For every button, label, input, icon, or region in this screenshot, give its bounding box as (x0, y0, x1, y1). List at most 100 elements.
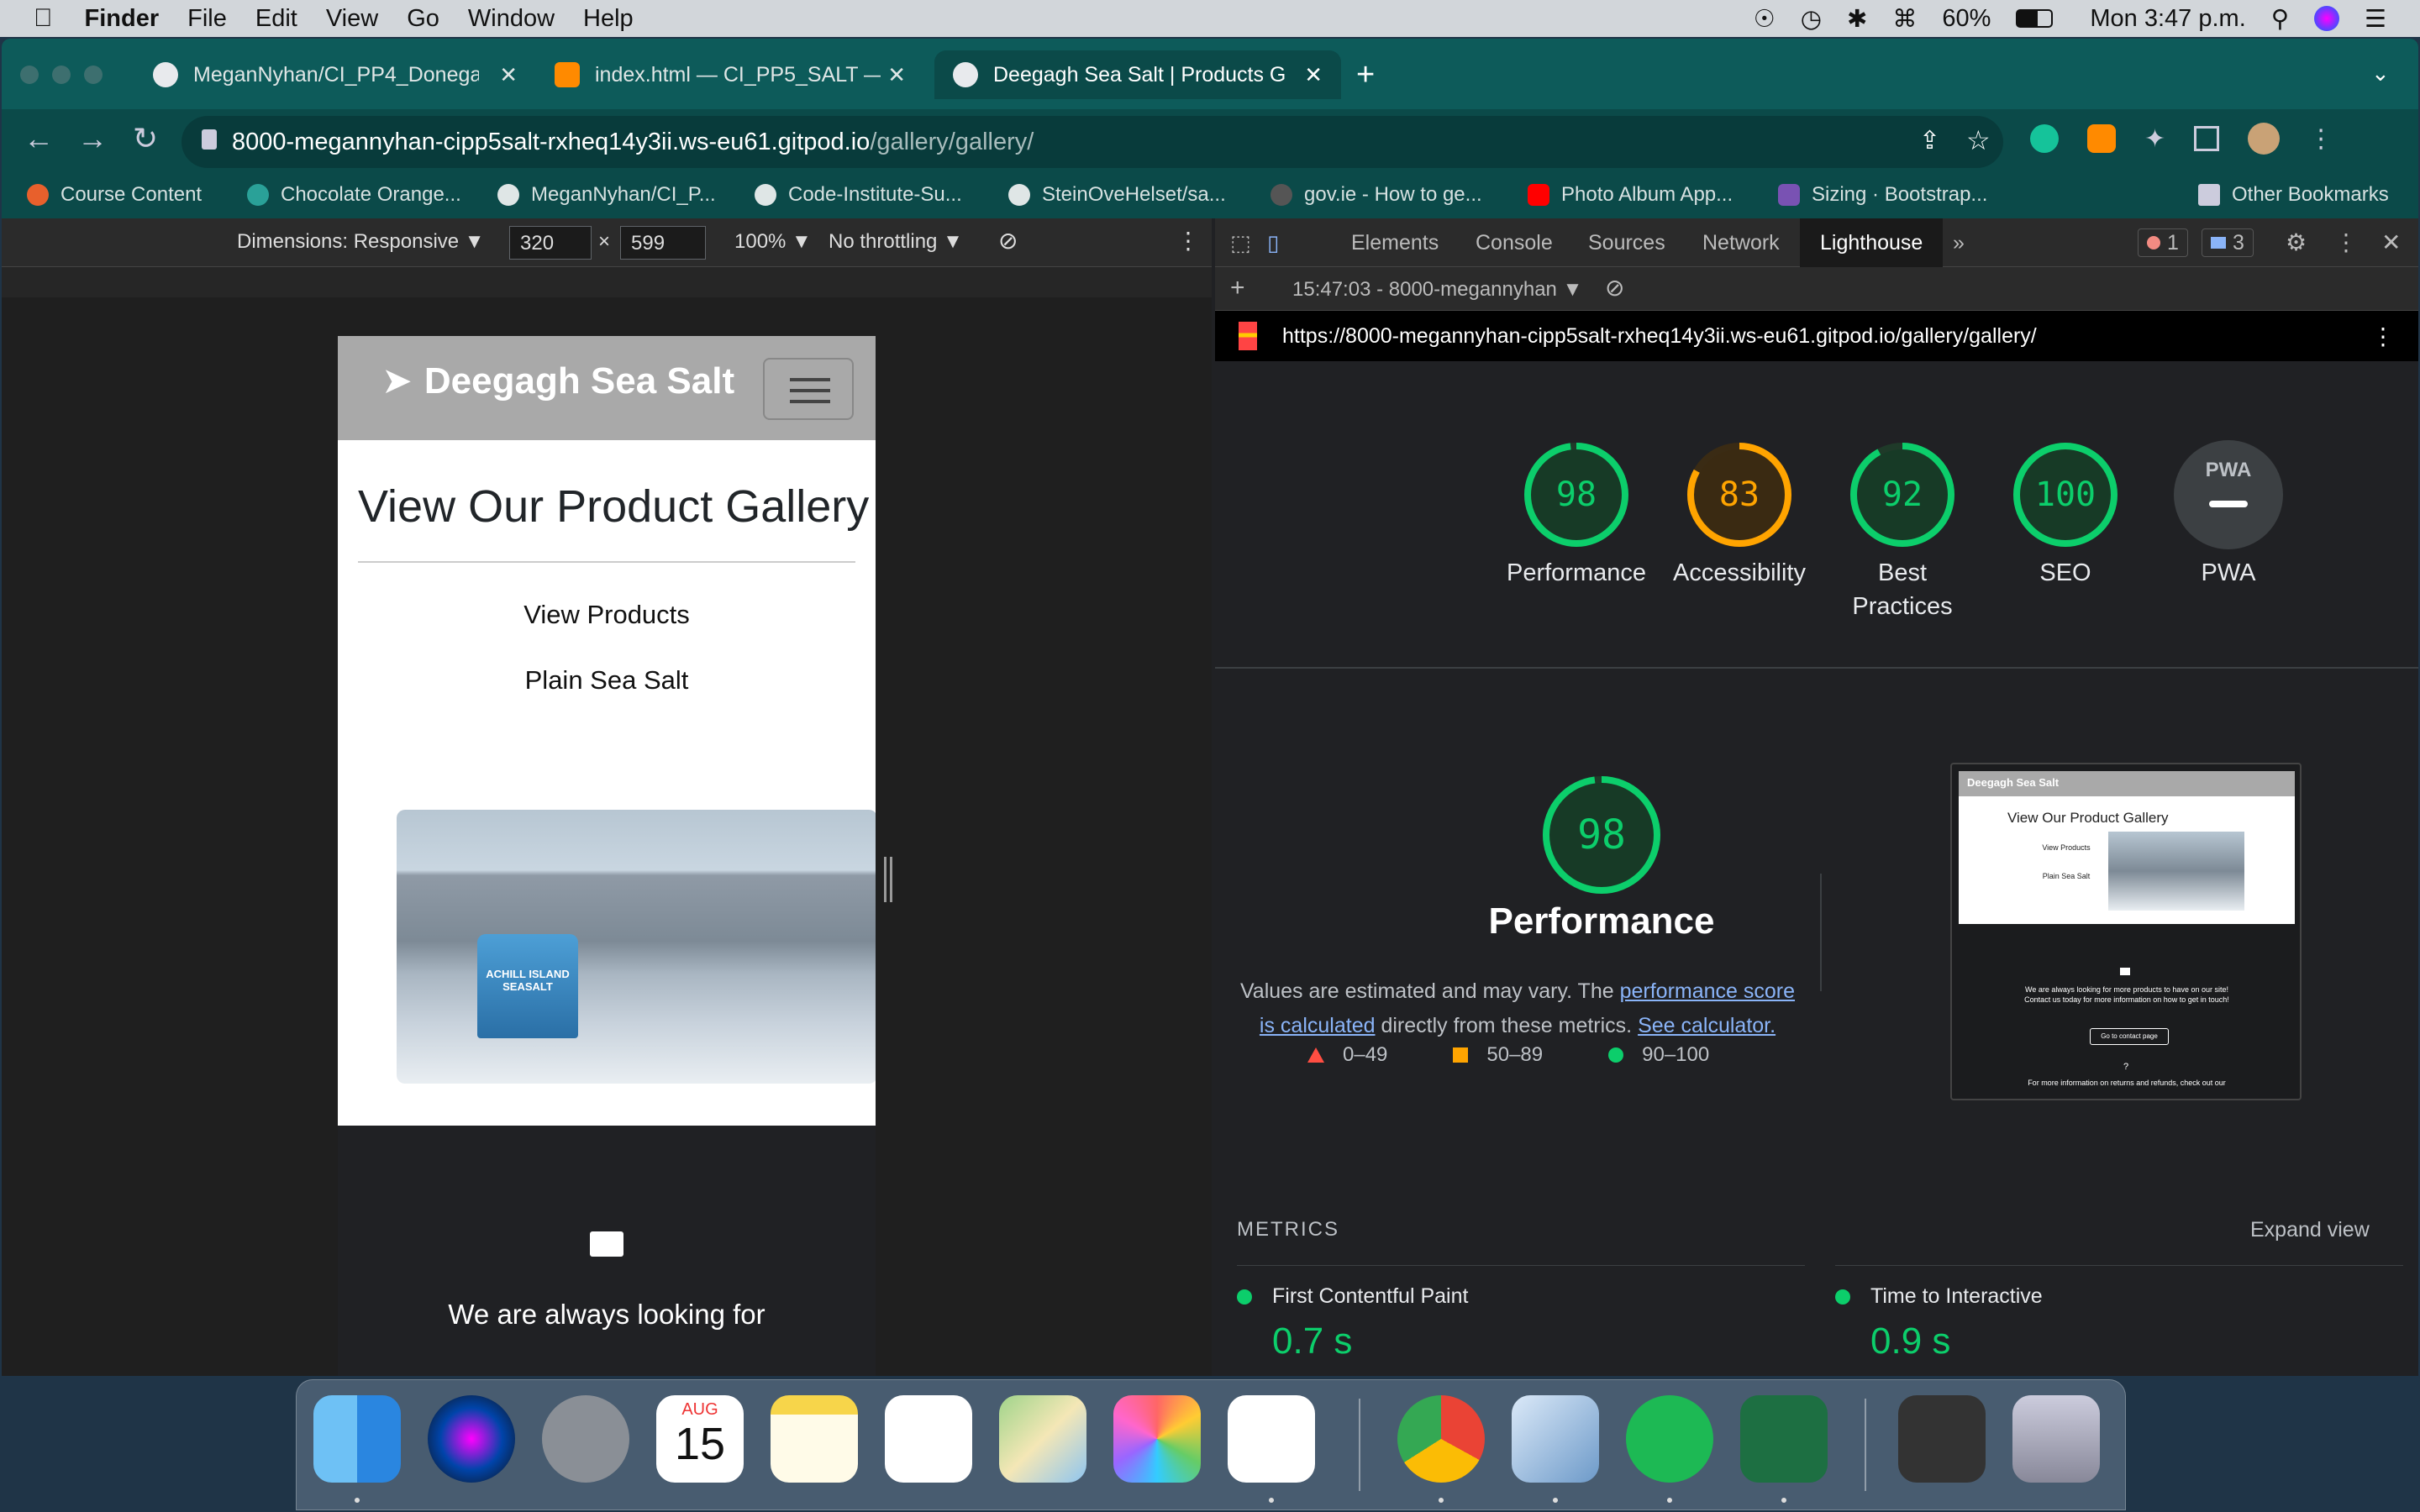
clear-reports-icon[interactable]: ⊘ (1605, 274, 1624, 302)
reload-icon[interactable]: ↻ (133, 121, 158, 156)
tab-elements[interactable]: Elements (1351, 218, 1439, 267)
minimize-window-button[interactable] (52, 66, 71, 84)
launchpad-icon[interactable] (542, 1395, 629, 1483)
side-panel-icon[interactable] (2194, 126, 2220, 151)
bookmark-course-content[interactable]: Course Content (27, 183, 202, 207)
new-report-plus-icon[interactable]: + (1230, 274, 1245, 302)
calendar-icon[interactable]: AUG 15 (656, 1395, 744, 1483)
new-tab-plus-icon[interactable]: + (1356, 57, 1375, 93)
lighthouse-report-url[interactable]: https://8000-megannyhan-cipp5salt-rxheq1… (1282, 324, 2037, 349)
siri-icon[interactable] (2314, 6, 2339, 31)
profile-avatar[interactable] (2248, 123, 2281, 155)
tab-sources[interactable]: Sources (1588, 218, 1665, 267)
see-calculator-link[interactable]: See calculator. (1638, 1014, 1776, 1037)
maps-icon[interactable] (999, 1395, 1086, 1483)
wifi-icon[interactable]: ⌘ (1892, 4, 1917, 34)
apple-icon[interactable]:  (34, 4, 53, 33)
bookmark-star-icon[interactable]: ☆ (1966, 124, 1991, 156)
close-window-button[interactable] (20, 66, 39, 84)
bookmark-steinovehelset[interactable]: SteinOveHelset/sa... (1008, 183, 1226, 207)
tab-gitpod-index[interactable]: index.html — CI_PP5_SALT — G ✕ (536, 50, 924, 99)
spotlight-search-icon[interactable]: ⚲ (2271, 4, 2289, 34)
bookmark-megannyhan[interactable]: MeganNyhan/CI_P... (497, 183, 716, 207)
gauge-seo[interactable]: 100 SEO (1981, 440, 2149, 590)
close-tab-icon[interactable]: ✕ (1304, 62, 1323, 88)
throttling-select[interactable]: No throttling ▼ (829, 230, 963, 254)
final-screenshot-thumbnail[interactable]: Deegagh Sea Salt View Our Product Galler… (1950, 763, 2302, 1100)
message-count-badge[interactable]: 3 (2202, 228, 2254, 257)
close-devtools-icon[interactable]: ✕ (2381, 218, 2401, 267)
bookmark-chocolate-orange[interactable]: Chocolate Orange... (247, 183, 461, 207)
right-resize-handle[interactable] (884, 857, 892, 902)
zoom-select[interactable]: 100% ▼ (734, 230, 812, 254)
menu-help[interactable]: Help (583, 5, 634, 33)
menu-view[interactable]: View (326, 5, 378, 33)
creative-cloud-icon[interactable]: ☉ (1754, 4, 1776, 34)
spotify-icon[interactable] (1626, 1395, 1713, 1483)
downloads-stack-icon[interactable] (1898, 1395, 1986, 1483)
device-options-icon[interactable]: ⋮ (1176, 227, 1200, 255)
inspect-element-icon[interactable]: ⬚ (1230, 218, 1251, 267)
mail-icon[interactable] (1512, 1395, 1599, 1483)
notes-icon[interactable] (771, 1395, 858, 1483)
chrome-icon[interactable] (1397, 1395, 1485, 1483)
gitpod-extension-icon[interactable] (2087, 124, 2116, 153)
trash-icon[interactable] (2012, 1395, 2100, 1483)
time-machine-icon[interactable]: ◷ (1801, 4, 1822, 34)
tab-lighthouse[interactable]: Lighthouse (1800, 218, 1944, 267)
other-bookmarks[interactable]: Other Bookmarks (2198, 183, 2389, 207)
menu-go[interactable]: Go (407, 5, 439, 33)
grammarly-icon[interactable] (2030, 124, 2059, 153)
excel-icon[interactable] (1740, 1395, 1828, 1483)
navbar-toggler-button[interactable] (763, 358, 854, 420)
address-bar[interactable]: 8000-megannyhan-cipp5salt-rxheq14y3ii.ws… (182, 116, 2003, 168)
plain-sea-salt-link[interactable]: Plain Sea Salt (338, 665, 876, 696)
device-toggle-icon[interactable]: ▯ (1267, 218, 1279, 267)
tab-console[interactable]: Console (1476, 218, 1553, 267)
menu-file[interactable]: File (187, 5, 227, 33)
finder-icon[interactable] (313, 1395, 401, 1483)
battery-percent[interactable]: 60% (1942, 5, 1991, 33)
tab-search-chevron-icon[interactable]: ⌄ (2371, 60, 2390, 87)
bluetooth-icon[interactable]: ✱ (1847, 4, 1867, 34)
product-photo[interactable]: ACHILL ISLAND SEASALT (397, 810, 876, 1084)
gauge-best-practices[interactable]: 92 Best Practices (1818, 440, 1986, 623)
back-icon[interactable]: ← (24, 121, 54, 156)
dimensions-select[interactable]: Dimensions: Responsive ▼ (237, 230, 485, 254)
close-tab-icon[interactable]: ✕ (499, 62, 518, 88)
bookmark-bootstrap-sizing[interactable]: Sizing · Bootstrap... (1778, 183, 1987, 207)
media-query-ruler[interactable] (2, 267, 1212, 297)
chrome-menu-icon[interactable]: ⋮ (2308, 124, 2333, 154)
forward-icon[interactable]: → (77, 121, 108, 156)
view-products-link[interactable]: View Products (338, 600, 876, 630)
menu-app-finder[interactable]: Finder (85, 5, 160, 33)
menubar-clock[interactable]: Mon 3:47 p.m. (2090, 5, 2245, 33)
gauge-pwa[interactable]: PWA PWA (2144, 440, 2312, 590)
bookmark-code-institute[interactable]: Code-Institute-Su... (755, 183, 962, 207)
report-selector[interactable]: 15:47:03 - 8000-megannyhan ▼ (1292, 278, 1582, 302)
settings-gear-icon[interactable]: ⚙ (2286, 218, 2307, 267)
close-tab-icon[interactable]: ✕ (887, 62, 906, 88)
site-brand-link[interactable]: ➤ Deegagh Sea Salt (381, 360, 734, 402)
menu-edit[interactable]: Edit (255, 5, 297, 33)
gauge-performance[interactable]: 98 Performance (1492, 440, 1660, 590)
height-input[interactable]: 599 (620, 226, 706, 260)
tab-network[interactable]: Network (1702, 218, 1780, 267)
width-input[interactable]: 320 (509, 226, 592, 260)
extensions-puzzle-icon[interactable]: ✦ (2144, 124, 2165, 154)
error-count-badge[interactable]: 1 (2138, 228, 2188, 257)
battery-icon[interactable] (2016, 9, 2054, 28)
zoom-window-button[interactable] (84, 66, 103, 84)
menu-window[interactable]: Window (468, 5, 555, 33)
siri-icon[interactable] (428, 1395, 515, 1483)
photos-icon[interactable] (1113, 1395, 1201, 1483)
control-center-icon[interactable]: ☰ (2365, 4, 2386, 34)
expand-view-toggle[interactable]: Expand view (2250, 1218, 2370, 1242)
tab-deegagh-gallery[interactable]: Deegagh Sea Salt | Products G ✕ (934, 50, 1341, 99)
slack-icon[interactable] (1228, 1395, 1315, 1483)
bookmark-gov-ie[interactable]: gov.ie - How to ge... (1270, 183, 1482, 207)
devtools-menu-icon[interactable]: ⋮ (2334, 218, 2358, 267)
bookmark-photo-album[interactable]: Photo Album App... (1528, 183, 1733, 207)
rotate-icon[interactable]: ⊘ (998, 227, 1018, 255)
report-menu-icon[interactable]: ⋮ (2371, 323, 2395, 350)
